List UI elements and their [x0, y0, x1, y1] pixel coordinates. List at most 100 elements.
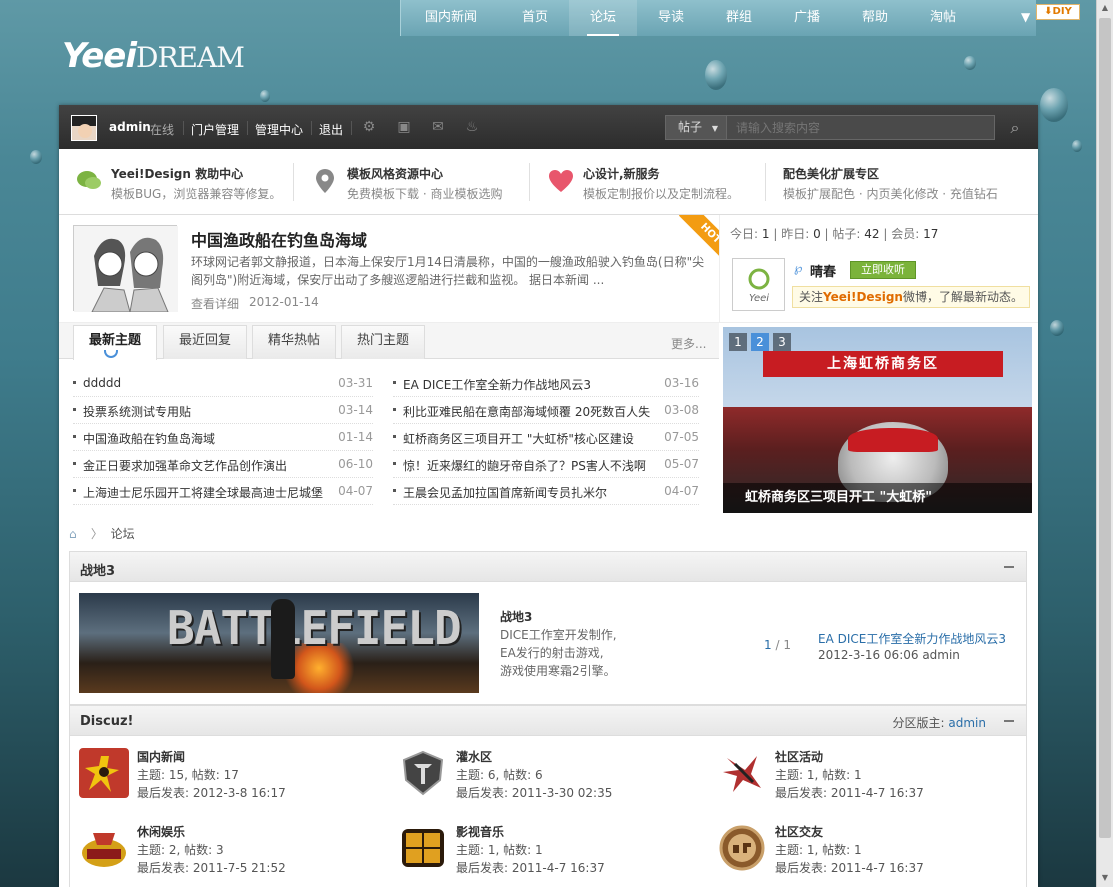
thread-title[interactable]: 惊！近来爆红的龅牙帝自杀了？PS害人不浅啊 — [403, 457, 646, 474]
follow-button[interactable]: 立即收听 — [850, 261, 916, 279]
promo-title: 配色美化扩展专区 — [783, 167, 880, 181]
chevron-down-icon[interactable]: ▼ — [1021, 10, 1030, 24]
board-item[interactable]: 国内新闻 主题: 15, 帖数: 17 最后发表: 2012-3-8 16:17 — [79, 748, 379, 808]
nav-item-forum[interactable]: 论坛 — [569, 0, 637, 36]
home-icon[interactable]: ⌂ — [69, 527, 83, 541]
board-last-post: 最后发表: 2011-7-5 21:52 — [137, 861, 286, 875]
diy-button[interactable]: ⬇DIY — [1036, 4, 1080, 20]
list-item[interactable]: 中国渔政船在钓鱼岛海域 01-14 — [73, 424, 373, 451]
search-icon[interactable]: ⌕ — [1005, 118, 1025, 138]
scroll-up-icon[interactable]: ▲ — [1100, 3, 1110, 13]
breadcrumb-current[interactable]: 论坛 — [111, 527, 135, 541]
logout-link[interactable]: 退出 — [319, 121, 343, 138]
film-logo-icon[interactable] — [398, 823, 448, 873]
thread-title[interactable]: 利比亚难民船在意南部海域倾覆 20死数百人失 — [403, 403, 650, 420]
gear-icon[interactable]: ⚙ — [361, 119, 377, 135]
warrior-icon[interactable] — [717, 748, 767, 798]
thread-title[interactable]: 中国渔政船在钓鱼岛海域 — [83, 430, 215, 447]
board-name[interactable]: 社区活动 — [775, 748, 823, 765]
search-type-select[interactable]: 帖子 ▼ — [665, 115, 727, 140]
headline-title[interactable]: 中国渔政船在钓鱼岛海域 — [191, 227, 367, 251]
list-item[interactable]: ddddd 03-31 — [73, 370, 373, 397]
promo-desc: 模板BUG，浏览器兼容等修复。 — [111, 187, 282, 201]
tab-recent-reply[interactable]: 最近回复 — [163, 325, 247, 359]
site-logo[interactable]: YeeiDREAM — [62, 36, 245, 76]
board-name[interactable]: 社区交友 — [775, 823, 823, 840]
weibo-name[interactable]: 晴春 — [810, 261, 836, 280]
nav-item-home[interactable]: 首页 — [501, 0, 569, 36]
board-item[interactable]: 休闲娱乐 主题: 2, 帖数: 3 最后发表: 2011-7-5 21:52 — [79, 823, 379, 883]
slide-page-2[interactable]: 2 — [751, 333, 769, 351]
scrollbar-thumb[interactable] — [1099, 18, 1111, 838]
list-item[interactable]: 上海迪士尼乐园开工将建全球最高迪士尼城堡 04-07 — [73, 478, 373, 505]
moderator: 分区版主: admin — [893, 714, 986, 731]
list-item[interactable]: 惊！近来爆红的龅牙帝自杀了？PS害人不浅啊 05-07 — [393, 451, 699, 478]
weibo-tip-brand[interactable]: Yeei!Design — [823, 290, 903, 304]
nav-item-news[interactable]: 国内新闻 — [401, 0, 501, 36]
list-item[interactable]: 金正日要求加强革命文艺作品创作演出 06-10 — [73, 451, 373, 478]
board-item[interactable]: 影视音乐 主题: 1, 帖数: 1 最后发表: 2011-4-7 16:37 — [398, 823, 698, 883]
thread-title[interactable]: 投票系统测试专用贴 — [83, 403, 191, 420]
search-input[interactable] — [727, 115, 995, 140]
water-drop — [30, 150, 42, 164]
board-name[interactable]: 国内新闻 — [137, 748, 185, 765]
avatar[interactable] — [71, 115, 97, 141]
scroll-down-icon[interactable]: ▼ — [1100, 873, 1110, 883]
slide-page-3[interactable]: 3 — [773, 333, 791, 351]
portal-admin-link[interactable]: 门户管理 — [191, 121, 239, 138]
board-item[interactable]: 社区活动 主题: 1, 帖数: 1 最后发表: 2011-4-7 16:37 — [717, 748, 1017, 808]
board-item[interactable]: 社区交友 主题: 1, 帖数: 1 最后发表: 2011-4-7 16:37 — [717, 823, 1017, 883]
admin-center-link[interactable]: 管理中心 — [255, 121, 303, 138]
headline-more-link[interactable]: 查看详细 — [191, 295, 239, 312]
news-icon[interactable] — [79, 748, 129, 798]
thread-title[interactable]: 金正日要求加强革命文艺作品创作演出 — [83, 457, 287, 474]
category-title[interactable]: Discuz! — [80, 714, 133, 729]
moderator-link[interactable]: admin — [948, 716, 986, 730]
list-item[interactable]: 利比亚难民船在意南部海域倾覆 20死数百人失 03-08 — [393, 397, 699, 424]
list-item[interactable]: 虹桥商务区三项目开工 "大虹桥"核心区建设 07-05 — [393, 424, 699, 451]
nav-item-taotie[interactable]: 淘帖 — [909, 0, 977, 36]
tab-featured[interactable]: 精华热帖 — [252, 325, 336, 359]
list-item[interactable]: 王晨会见孟加拉国首席新闻专员扎米尔 04-07 — [393, 478, 699, 505]
nav-item-guide[interactable]: 导读 — [637, 0, 705, 36]
nav-item-broadcast[interactable]: 广播 — [773, 0, 841, 36]
online-status: 在线 — [150, 123, 175, 137]
board-item[interactable]: 灌水区 主题: 6, 帖数: 6 最后发表: 2011-3-30 02:35 — [398, 748, 698, 808]
slide-caption[interactable]: 虹桥商务区三项目开工 "大虹桥" — [723, 483, 1032, 513]
thread-title[interactable]: 虹桥商务区三项目开工 "大虹桥"核心区建设 — [403, 430, 634, 447]
username-link[interactable]: admin — [109, 120, 151, 134]
thread-title[interactable]: EA DICE工作室全新力作战地风云3 — [403, 376, 591, 393]
collapse-icon[interactable] — [1004, 720, 1014, 722]
page-scrollbar[interactable]: ▲ ▼ — [1096, 0, 1113, 887]
board-name[interactable]: 灌水区 — [456, 748, 492, 765]
slideshow[interactable]: 上海虹桥商务区 1 2 3 虹桥商务区三项目开工 "大虹桥" — [723, 327, 1032, 513]
slide-page-1[interactable]: 1 — [729, 333, 747, 351]
bulb-icon[interactable]: ♨ — [464, 119, 480, 135]
nav-item-groups[interactable]: 群组 — [705, 0, 773, 36]
game-logo-icon[interactable] — [79, 823, 129, 873]
thread-title[interactable]: 上海迪士尼乐园开工将建全球最高迪士尼城堡 — [83, 484, 323, 501]
mail-icon[interactable]: ✉ — [430, 119, 446, 135]
list-item[interactable]: EA DICE工作室全新力作战地风云3 03-16 — [393, 370, 699, 397]
last-post-meta: 2012-3-16 06:06 admin — [818, 648, 960, 662]
nav-item-help[interactable]: 帮助 — [841, 0, 909, 36]
board-name[interactable]: 休闲娱乐 — [137, 823, 185, 840]
last-post-link[interactable]: EA DICE工作室全新力作战地风云3 — [818, 630, 1006, 647]
headline-thumbnail[interactable] — [73, 225, 178, 313]
weibo-avatar[interactable]: Yeei — [732, 258, 785, 311]
thread-title[interactable]: ddddd — [83, 376, 121, 390]
battlefield-banner[interactable]: BATTLEFIELD — [79, 593, 479, 693]
list-item[interactable]: 投票系统测试专用贴 03-14 — [73, 397, 373, 424]
dnf-logo-icon[interactable] — [717, 823, 767, 873]
more-link[interactable]: 更多... — [671, 335, 706, 352]
forum-category-discuz: Discuz! 分区版主: admin 国内新闻 主题: 15, 帖数: 17 … — [69, 705, 1027, 887]
tab-hot[interactable]: 热门主题 — [341, 325, 425, 359]
tank-shield-icon[interactable] — [398, 748, 448, 798]
tab-latest[interactable]: 最新主题 — [73, 325, 157, 360]
collapse-icon[interactable] — [1004, 566, 1014, 568]
board-name[interactable]: 影视音乐 — [456, 823, 504, 840]
board-name[interactable]: 战地3 — [500, 608, 532, 625]
image-icon[interactable]: ▣ — [396, 119, 412, 135]
thread-title[interactable]: 王晨会见孟加拉国首席新闻专员扎米尔 — [403, 484, 607, 501]
category-title[interactable]: 战地3 — [80, 560, 115, 579]
